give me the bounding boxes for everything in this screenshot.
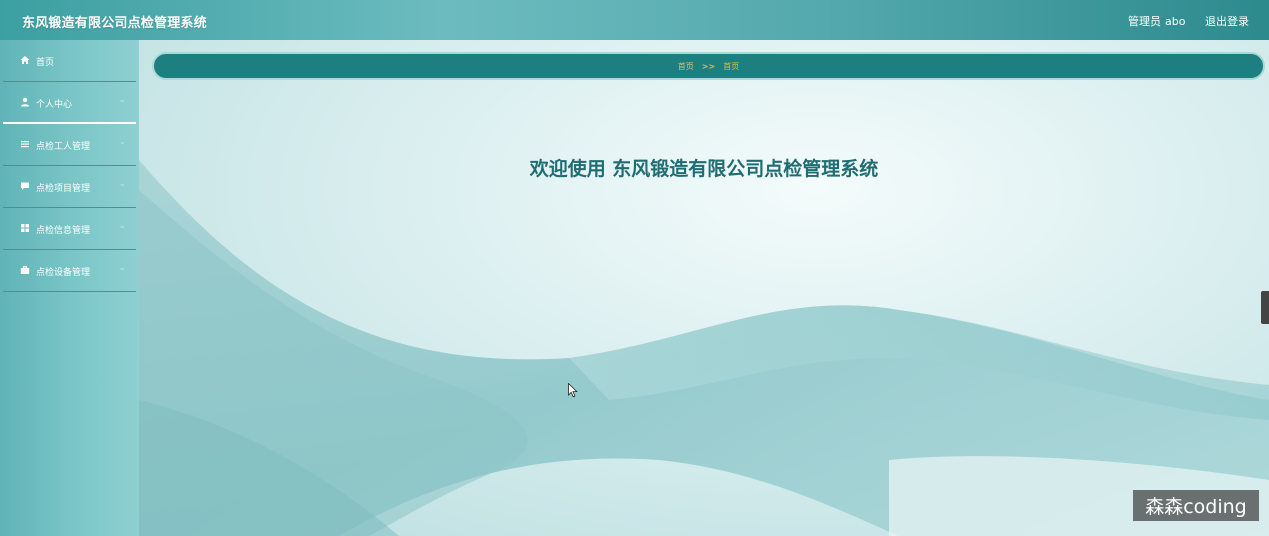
silk-background-illustration: [139, 160, 1269, 536]
comment-icon: [20, 181, 30, 191]
grid-icon: [20, 223, 30, 233]
app-title: 东风锻造有限公司点检管理系统: [22, 16, 207, 31]
chevron-down-icon: ⌄: [118, 137, 126, 147]
breadcrumb-separator: >>: [701, 61, 716, 71]
logout-link[interactable]: 退出登录: [1205, 15, 1249, 28]
chevron-down-icon: ⌄: [118, 221, 126, 231]
user-role-label: 管理员: [1128, 15, 1162, 28]
top-navbar: 东风锻造有限公司点检管理系统 管理员 abo 退出登录: [0, 0, 1269, 40]
sidebar-item-label: 点检设备管理: [36, 268, 91, 278]
user-name-label: abo: [1165, 15, 1186, 28]
sidebar-item-info-management[interactable]: 点检信息管理 ⌄: [3, 208, 136, 250]
sidebar-item-label: 个人中心: [36, 100, 73, 110]
chevron-down-icon: ⌄: [118, 179, 126, 189]
sidebar-item-project-management[interactable]: 点检项目管理 ⌄: [3, 166, 136, 208]
sidebar-item-worker-management[interactable]: 点检工人管理 ⌄: [3, 124, 136, 166]
breadcrumb-home-link[interactable]: 首页: [678, 61, 694, 72]
sidebar-item-label: 点检工人管理: [36, 142, 91, 152]
list-icon: [20, 139, 30, 149]
user-icon: [20, 97, 30, 107]
sidebar-item-personal-center[interactable]: 个人中心 ⌄: [3, 82, 136, 124]
sidebar-item-equipment-management[interactable]: 点检设备管理 ⌄: [3, 250, 136, 292]
sidebar-item-home[interactable]: 首页: [3, 40, 136, 82]
mouse-cursor-icon: [568, 382, 578, 402]
sidebar-item-label: 点检信息管理: [36, 226, 91, 236]
main-content: 首页 >> 首页 欢迎使用 东风锻造有限公司点检管理系统 森森coding: [139, 40, 1269, 536]
user-area: 管理员 abo 退出登录: [1128, 13, 1249, 29]
chevron-down-icon: ⌄: [118, 95, 126, 105]
side-panel-toggle[interactable]: [1261, 291, 1269, 324]
welcome-heading: 欢迎使用 东风锻造有限公司点检管理系统: [529, 158, 879, 180]
breadcrumb: 首页 >> 首页: [152, 52, 1265, 80]
home-icon: [20, 55, 30, 65]
chevron-down-icon: ⌄: [118, 263, 126, 273]
sidebar-item-label: 点检项目管理: [36, 184, 91, 194]
watermark: 森森coding: [1133, 490, 1259, 521]
sidebar-item-label: 首页: [36, 58, 55, 68]
breadcrumb-current: 首页: [723, 61, 740, 71]
sidebar: 首页 个人中心 ⌄ 点检工人管理 ⌄ 点检项目管理 ⌄ 点检信息管理 ⌄ 点检设…: [0, 40, 139, 536]
briefcase-icon: [20, 265, 30, 275]
